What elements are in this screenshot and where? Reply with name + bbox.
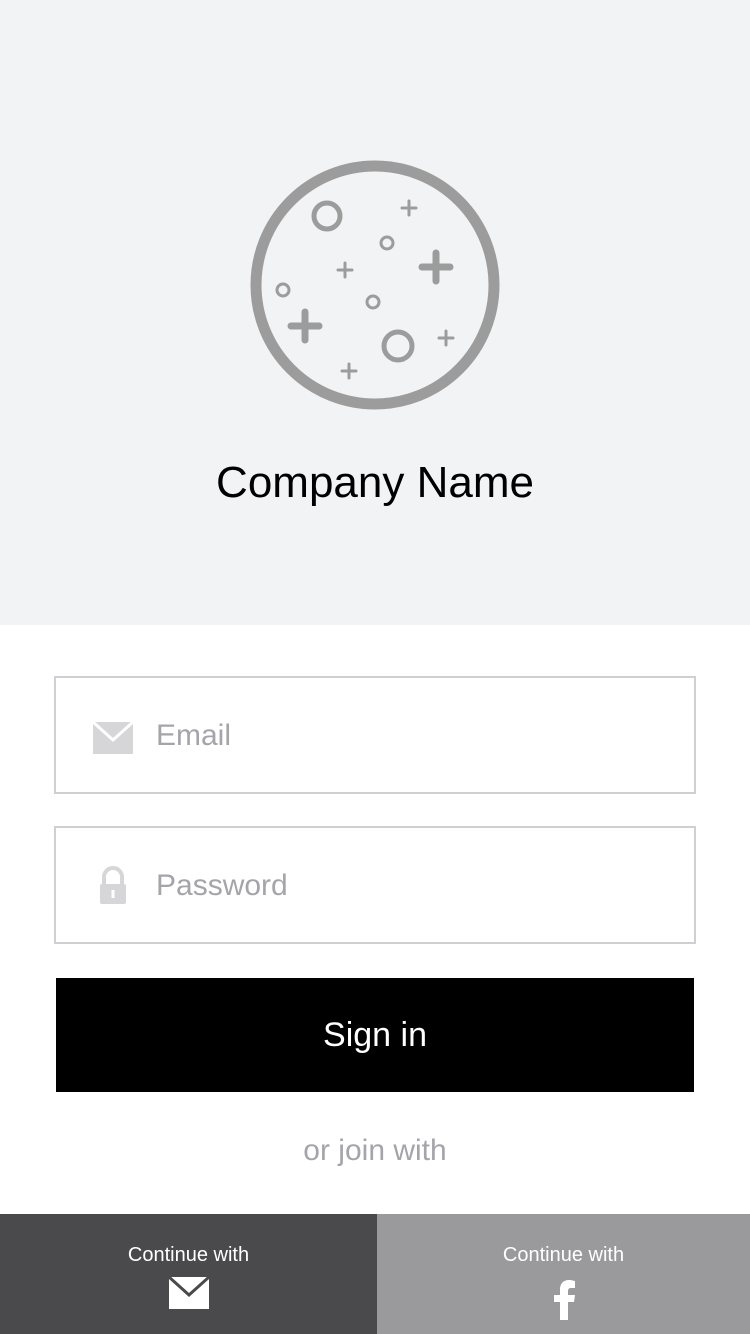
email-field[interactable] bbox=[54, 676, 696, 794]
password-field[interactable] bbox=[54, 826, 696, 944]
continue-with-email-label: Continue with bbox=[127, 1244, 250, 1266]
planet-logo-icon bbox=[250, 160, 500, 410]
continue-with-email-button[interactable]: Continue with bbox=[0, 1214, 377, 1334]
password-input[interactable] bbox=[156, 866, 676, 906]
join-with-text: or join with bbox=[303, 1134, 447, 1167]
continue-with-facebook-label: Continue with bbox=[502, 1244, 625, 1266]
company-name: Company Name bbox=[216, 458, 534, 507]
continue-with-facebook-button[interactable]: Continue with bbox=[377, 1214, 750, 1334]
envelope-icon bbox=[92, 720, 134, 754]
email-input[interactable] bbox=[156, 716, 676, 756]
sign-in-button[interactable]: Sign in bbox=[56, 978, 694, 1092]
header-section: Company Name bbox=[0, 0, 750, 625]
lock-icon bbox=[100, 866, 126, 904]
facebook-icon bbox=[553, 1280, 575, 1320]
sign-in-label: Sign in bbox=[323, 1015, 427, 1054]
envelope-icon bbox=[167, 1276, 210, 1309]
